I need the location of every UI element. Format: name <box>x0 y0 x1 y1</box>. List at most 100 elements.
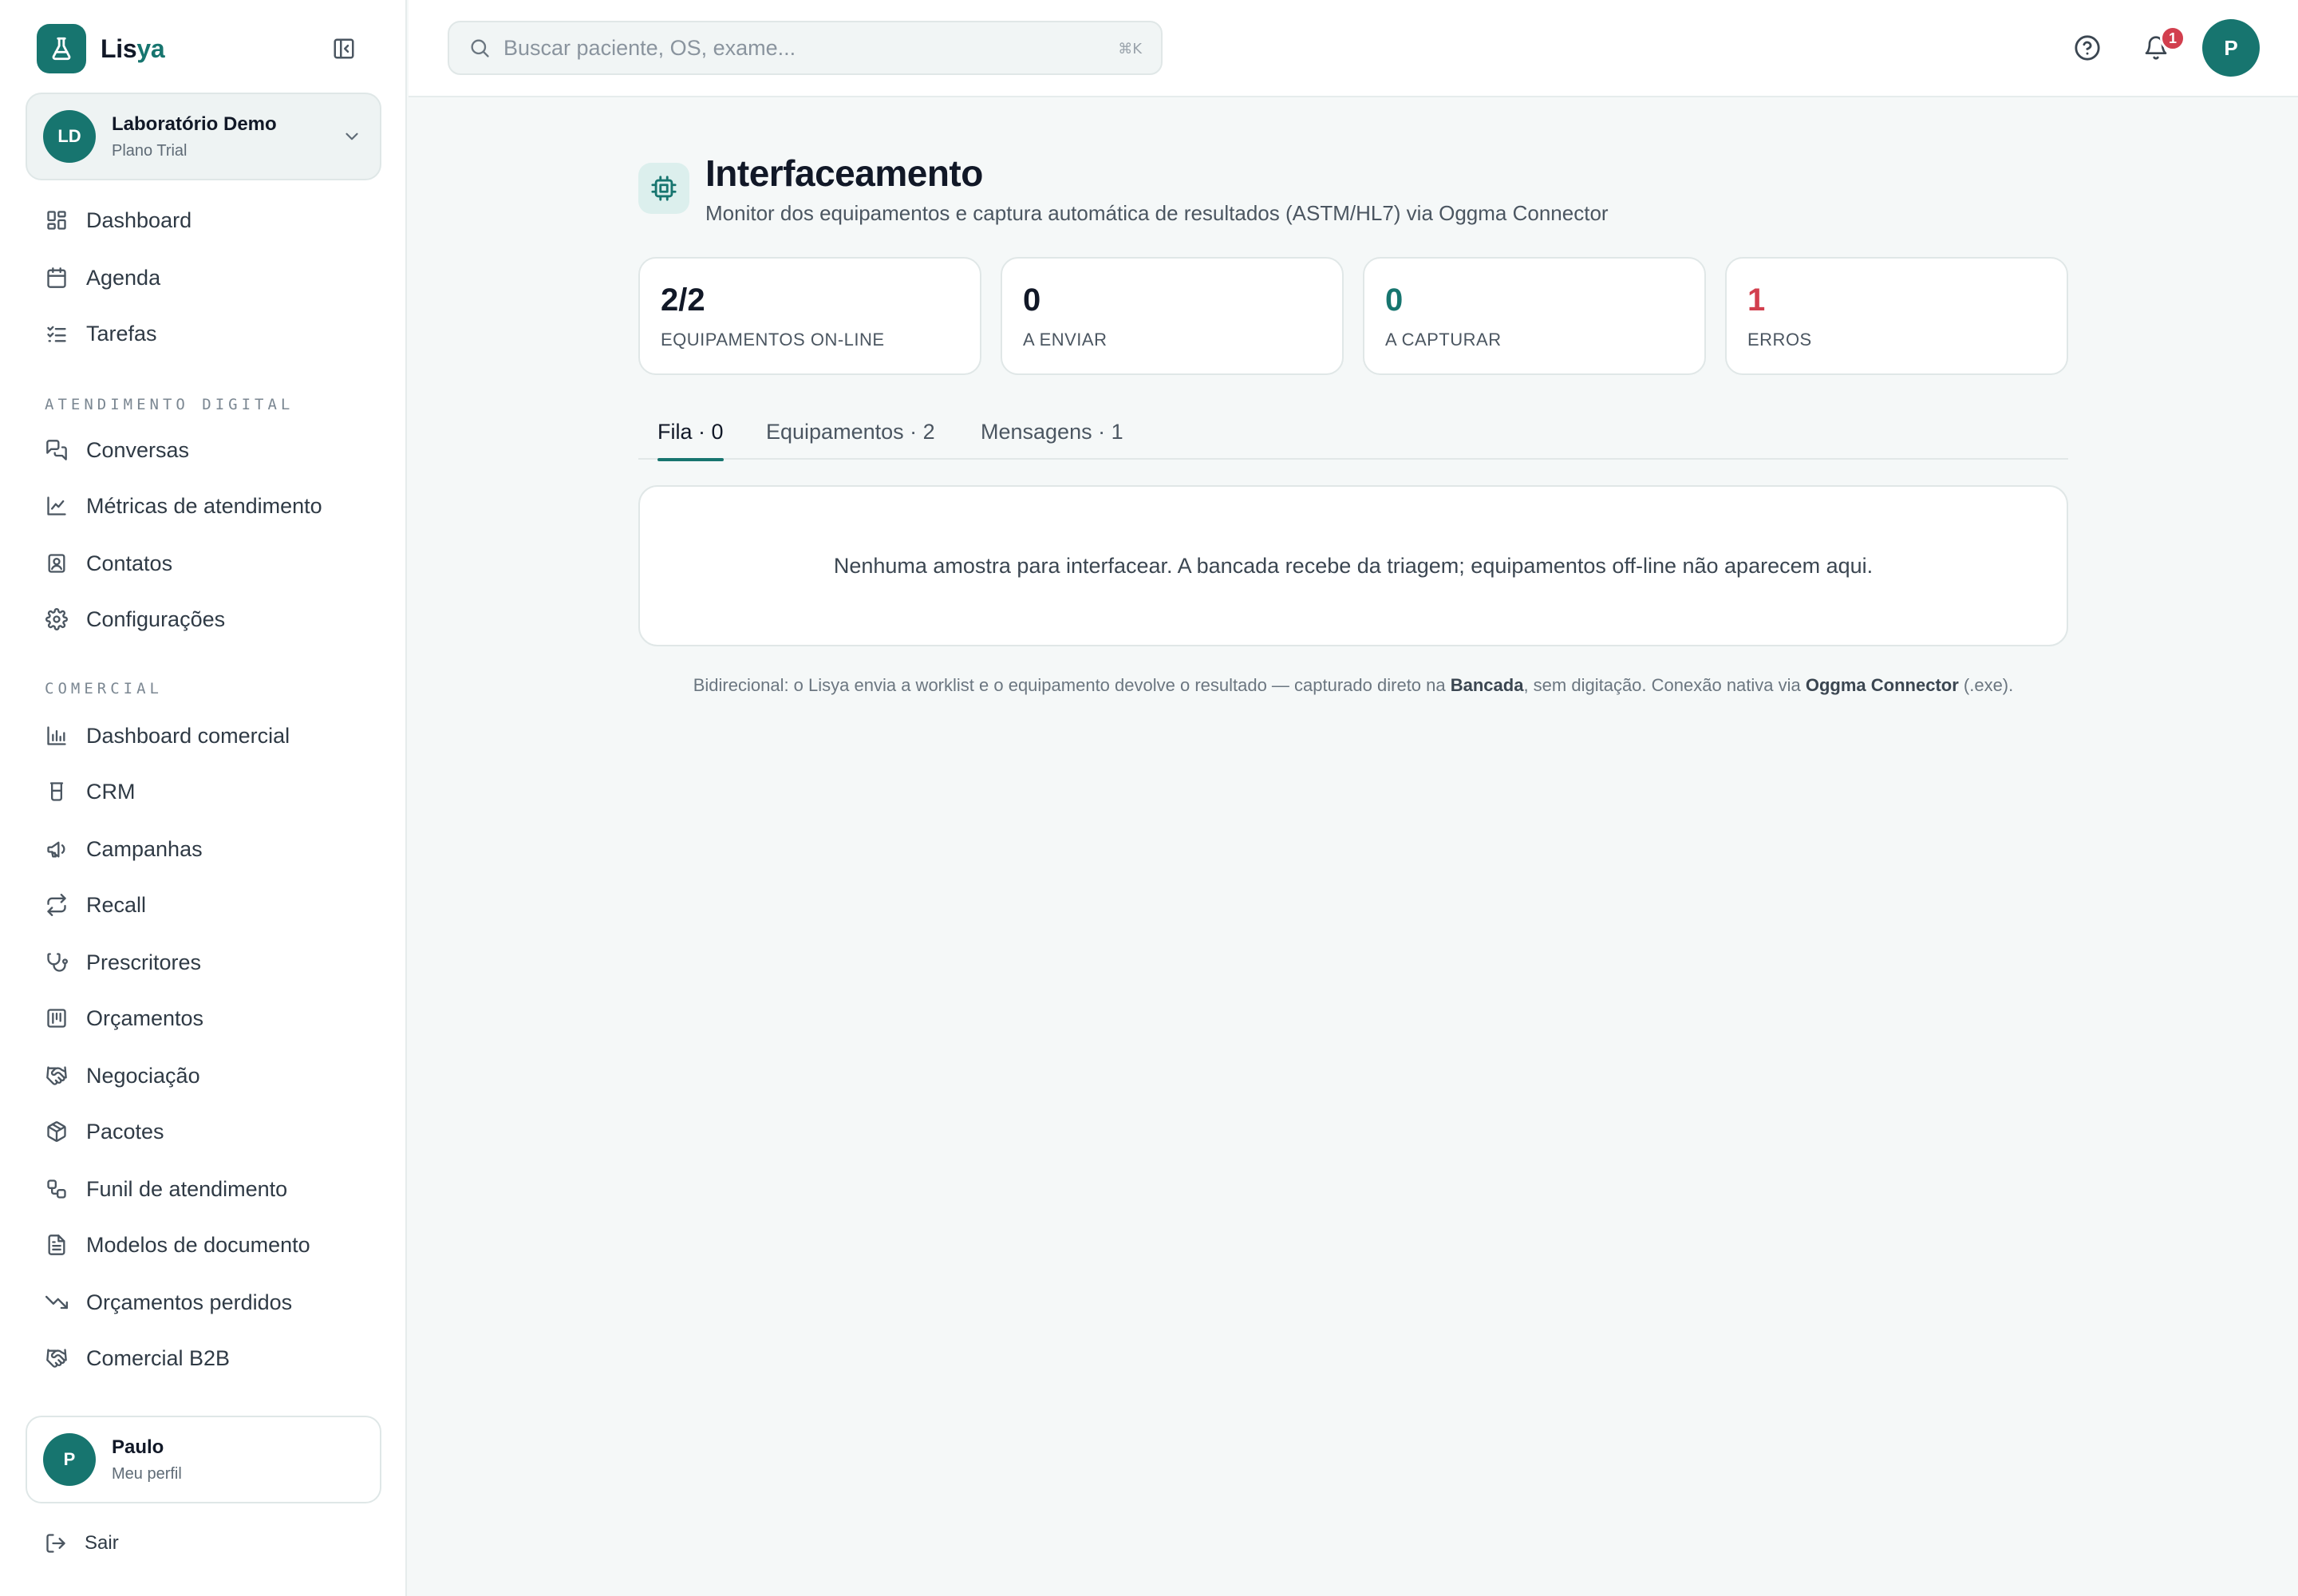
sidebar-item-negociacao[interactable]: Negociação <box>45 1058 200 1093</box>
stat-value: 2/2 <box>661 282 705 318</box>
stethoscope-icon <box>45 950 69 974</box>
brand[interactable]: Lisya <box>37 24 165 73</box>
sidebar-item-metricas[interactable]: Métricas de atendimento <box>45 488 322 523</box>
chevron-down-icon <box>342 126 362 147</box>
app-name: Lisya <box>101 34 165 63</box>
sidebar-item-dashboard[interactable]: Dashboard <box>45 203 192 238</box>
stat-value: 0 <box>1385 282 1404 318</box>
sidebar-item-label: Prescritores <box>86 950 202 974</box>
sidebar-item-contatos[interactable]: Contatos <box>45 546 172 581</box>
sidebar-item-modelos-documento[interactable]: Modelos de documento <box>45 1227 310 1262</box>
trending-down-icon <box>45 1290 69 1314</box>
sidebar-item-label: Campanhas <box>86 836 203 861</box>
sidebar-item-label: Dashboard comercial <box>86 723 290 748</box>
sidebar-item-orcamentos[interactable]: Orçamentos <box>45 1001 203 1036</box>
sidebar-item-label: Modelos de documento <box>86 1232 310 1257</box>
sidebar-item-label: Agenda <box>86 265 161 290</box>
stat-card-a-enviar: 0 A ENVIAR <box>1001 257 1344 375</box>
stat-label: ERROS <box>1747 330 1812 350</box>
logout-button[interactable]: Sair <box>45 1526 119 1561</box>
receipt-icon <box>45 1006 69 1030</box>
search-input[interactable] <box>503 35 1094 61</box>
workflow-icon <box>45 1177 69 1201</box>
sidebar-item-label: Pacotes <box>86 1119 164 1144</box>
sidebar-item-prescritores[interactable]: Prescritores <box>45 945 201 980</box>
sidebar-item-dashboard-comercial[interactable]: Dashboard comercial <box>45 718 290 753</box>
handshake-icon <box>45 1346 69 1370</box>
sidebar-item-tarefas[interactable]: Tarefas <box>45 316 157 351</box>
search-icon <box>468 37 491 59</box>
org-avatar: LD <box>43 110 96 163</box>
layout-grid-icon <box>45 208 69 232</box>
sidebar-item-label: CRM <box>86 779 136 804</box>
sidebar-item-label: Dashboard <box>86 207 192 232</box>
sidebar-item-orcamentos-perdidos[interactable]: Orçamentos perdidos <box>45 1285 292 1320</box>
topbar: ⌘K 1 P <box>409 0 2298 97</box>
sidebar-item-label: Funil de atendimento <box>86 1176 288 1201</box>
notification-badge: 1 <box>2160 26 2185 51</box>
tab-fila[interactable]: Fila · 0 <box>657 404 724 461</box>
bell-icon[interactable]: 1 <box>2140 26 2185 64</box>
file-text-icon <box>45 1233 69 1257</box>
package-icon <box>45 1120 69 1144</box>
page-subtitle: Monitor dos equipamentos e captura autom… <box>705 201 1609 225</box>
sidebar-item-recall[interactable]: Recall <box>45 887 146 922</box>
tab-mensagens[interactable]: Mensagens · 1 <box>981 404 1123 460</box>
org-plan: Plano Trial <box>112 141 188 160</box>
stat-value: 0 <box>1023 282 1041 318</box>
gear-icon <box>45 607 69 631</box>
user-name: Paulo <box>112 1436 164 1458</box>
list-checks-icon <box>45 322 69 346</box>
sidebar-item-label: Contatos <box>86 551 173 575</box>
sidebar-item-agenda[interactable]: Agenda <box>45 260 160 295</box>
sidebar-item-pacotes[interactable]: Pacotes <box>45 1114 164 1149</box>
sidebar-item-label: Negociação <box>86 1063 200 1088</box>
sidebar-collapse-icon[interactable] <box>330 35 357 62</box>
sidebar-item-label: Métricas de atendimento <box>86 493 322 518</box>
stat-label: A CAPTURAR <box>1385 330 1502 350</box>
help-icon[interactable] <box>2071 32 2103 64</box>
stat-label: A ENVIAR <box>1023 330 1108 350</box>
flask-icon <box>37 24 86 73</box>
tabs: Fila · 0 Equipamentos · 2 Mensagens · 1 <box>638 404 2068 461</box>
profile-card[interactable]: P Paulo Meu perfil <box>26 1416 381 1503</box>
stat-card-erros: 1 ERROS <box>1725 257 2068 375</box>
sidebar-item-crm[interactable]: CRM <box>45 774 136 809</box>
stat-card-equipamentos-online: 2/2 EQUIPAMENTOS ON-LINE <box>638 257 981 375</box>
sidebar-item-label: Orçamentos <box>86 1005 204 1030</box>
page-title: Interfaceamento <box>705 152 983 194</box>
sidebar-item-label: Orçamentos perdidos <box>86 1290 293 1314</box>
sidebar-item-label: Tarefas <box>86 321 157 346</box>
log-out-icon <box>45 1532 67 1555</box>
avatar: P <box>43 1433 96 1486</box>
line-chart-icon <box>45 494 69 518</box>
user-avatar-button[interactable]: P <box>2202 19 2260 77</box>
section-title-comercial: COMERCIAL <box>45 680 163 697</box>
sidebar-item-funil[interactable]: Funil de atendimento <box>45 1171 287 1207</box>
contact-icon <box>45 551 69 575</box>
sidebar: Lisya LD Laboratório Demo Plano Trial Da… <box>0 0 407 1596</box>
handshake-icon <box>45 1064 69 1088</box>
sidebar-item-label: Recall <box>86 892 147 917</box>
logout-label: Sair <box>85 1532 119 1554</box>
cup-icon <box>45 780 69 804</box>
tab-equipamentos[interactable]: Equipamentos · 2 <box>766 404 935 460</box>
footnote: Bidirecional: o Lisya envia a worklist e… <box>693 675 2014 695</box>
sidebar-item-conversas[interactable]: Conversas <box>45 433 189 468</box>
stat-value: 1 <box>1747 282 1766 318</box>
cpu-icon <box>638 163 689 214</box>
queue-empty-state: Nenhuma amostra para interfacear. A banc… <box>638 485 2068 646</box>
sidebar-item-comercial-b2b[interactable]: Comercial B2B <box>45 1341 230 1376</box>
stat-card-a-capturar: 0 A CAPTURAR <box>1363 257 1706 375</box>
megaphone-icon <box>45 837 69 861</box>
messages-icon <box>45 438 69 462</box>
profile-link: Meu perfil <box>112 1464 182 1483</box>
search-shortcut: ⌘K <box>1118 41 1142 57</box>
empty-message: Nenhuma amostra para interfacear. A banc… <box>833 553 1874 578</box>
sidebar-item-configuracoes[interactable]: Configurações <box>45 602 225 637</box>
search-box[interactable]: ⌘K <box>448 21 1163 75</box>
org-switcher[interactable]: LD Laboratório Demo Plano Trial <box>26 93 381 180</box>
calendar-icon <box>45 266 69 290</box>
section-title-atendimento: ATENDIMENTO DIGITAL <box>45 396 294 413</box>
sidebar-item-campanhas[interactable]: Campanhas <box>45 832 203 867</box>
